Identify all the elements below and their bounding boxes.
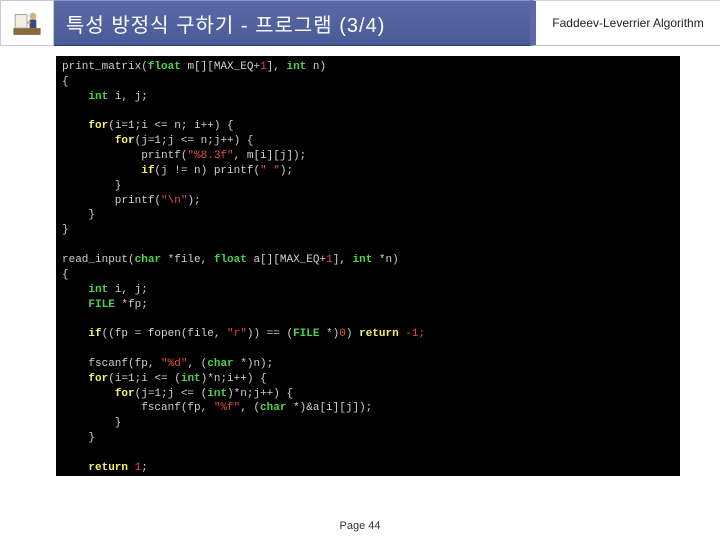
code-line: for(j=1;j <= n;j++) {	[62, 135, 253, 147]
code-line: }	[62, 209, 95, 221]
title-icon	[0, 0, 54, 46]
code-line: return 1;	[62, 462, 148, 474]
code-content: print_matrix(float m[][MAX_EQ+1], int n)…	[62, 60, 674, 476]
code-line: fscanf(fp, "%d", (char *)n);	[62, 358, 273, 370]
code-viewer: print_matrix(float m[][MAX_EQ+1], int n)…	[56, 56, 680, 476]
code-line: for(i=1;i <= n; i++) {	[62, 120, 234, 132]
page-number: Page 44	[0, 520, 720, 532]
code-line: fscanf(fp, "%f", (char *)&a[i][j]);	[62, 402, 372, 414]
reader-icon	[10, 6, 44, 40]
code-line: }	[62, 432, 95, 444]
code-line: {	[62, 269, 69, 281]
code-line: printf("%8.3f", m[i][j]);	[62, 150, 306, 162]
code-line: int i, j;	[62, 284, 148, 296]
code-line: {	[62, 76, 69, 88]
code-line: }	[62, 180, 121, 192]
code-line: if(j != n) printf(" ");	[62, 165, 293, 177]
code-line: print_matrix(float m[][MAX_EQ+1], int n)	[62, 61, 326, 73]
code-line: FILE *fp;	[62, 299, 148, 311]
code-line: int i, j;	[62, 91, 148, 103]
code-line: printf("\n");	[62, 195, 201, 207]
slide-title: 특성 방정식 구하기 - 프로그램 (3/4)	[54, 0, 530, 46]
code-line: for(j=1;j <= (int)*n;j++) {	[62, 388, 293, 400]
algorithm-name: Faddeev-Leverrier Algorithm	[530, 0, 720, 46]
code-line: }	[62, 417, 121, 429]
code-line: }	[62, 224, 69, 236]
code-line: if((fp = fopen(file, "r")) == (FILE *)0)…	[62, 328, 425, 340]
slide-title-bar: 특성 방정식 구하기 - 프로그램 (3/4) Faddeev-Leverrie…	[0, 0, 720, 46]
code-line: read_input(char *file, float a[][MAX_EQ+…	[62, 254, 399, 266]
code-line: for(i=1;i <= (int)*n;i++) {	[62, 373, 267, 385]
